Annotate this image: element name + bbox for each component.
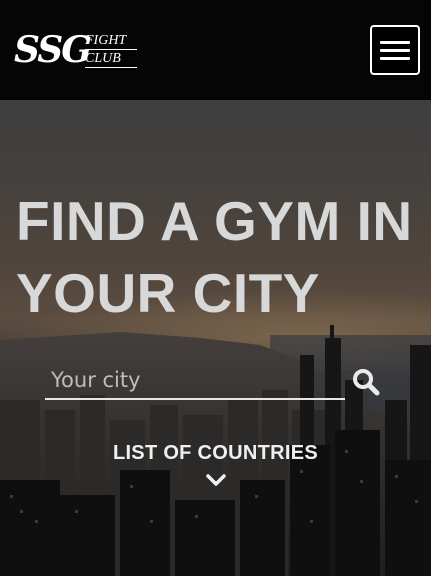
search-icon[interactable] (352, 368, 380, 396)
logo-line-fight: FIGHT (85, 32, 137, 50)
hero-headline: FIND A GYM IN YOUR CITY (16, 190, 413, 324)
city-search-input[interactable] (45, 362, 345, 400)
logo-mark: SSG (14, 29, 92, 71)
chevron-down-icon[interactable] (205, 473, 227, 487)
city-skyline-background (0, 100, 431, 576)
logo-line-club: CLUB (85, 50, 137, 68)
logo-subtitle: FIGHT CLUB (85, 32, 137, 68)
hamburger-menu-icon-bar (380, 56, 410, 60)
hamburger-menu-icon (380, 40, 410, 44)
site-header: SSG FIGHT CLUB (0, 0, 431, 100)
hero-section: FIND A GYM IN YOUR CITY LIST OF COUNTRIE… (0, 100, 431, 576)
menu-button[interactable] (370, 25, 420, 75)
hamburger-menu-icon-bar (380, 48, 410, 52)
list-of-countries-link[interactable]: LIST OF COUNTRIES (0, 442, 431, 465)
